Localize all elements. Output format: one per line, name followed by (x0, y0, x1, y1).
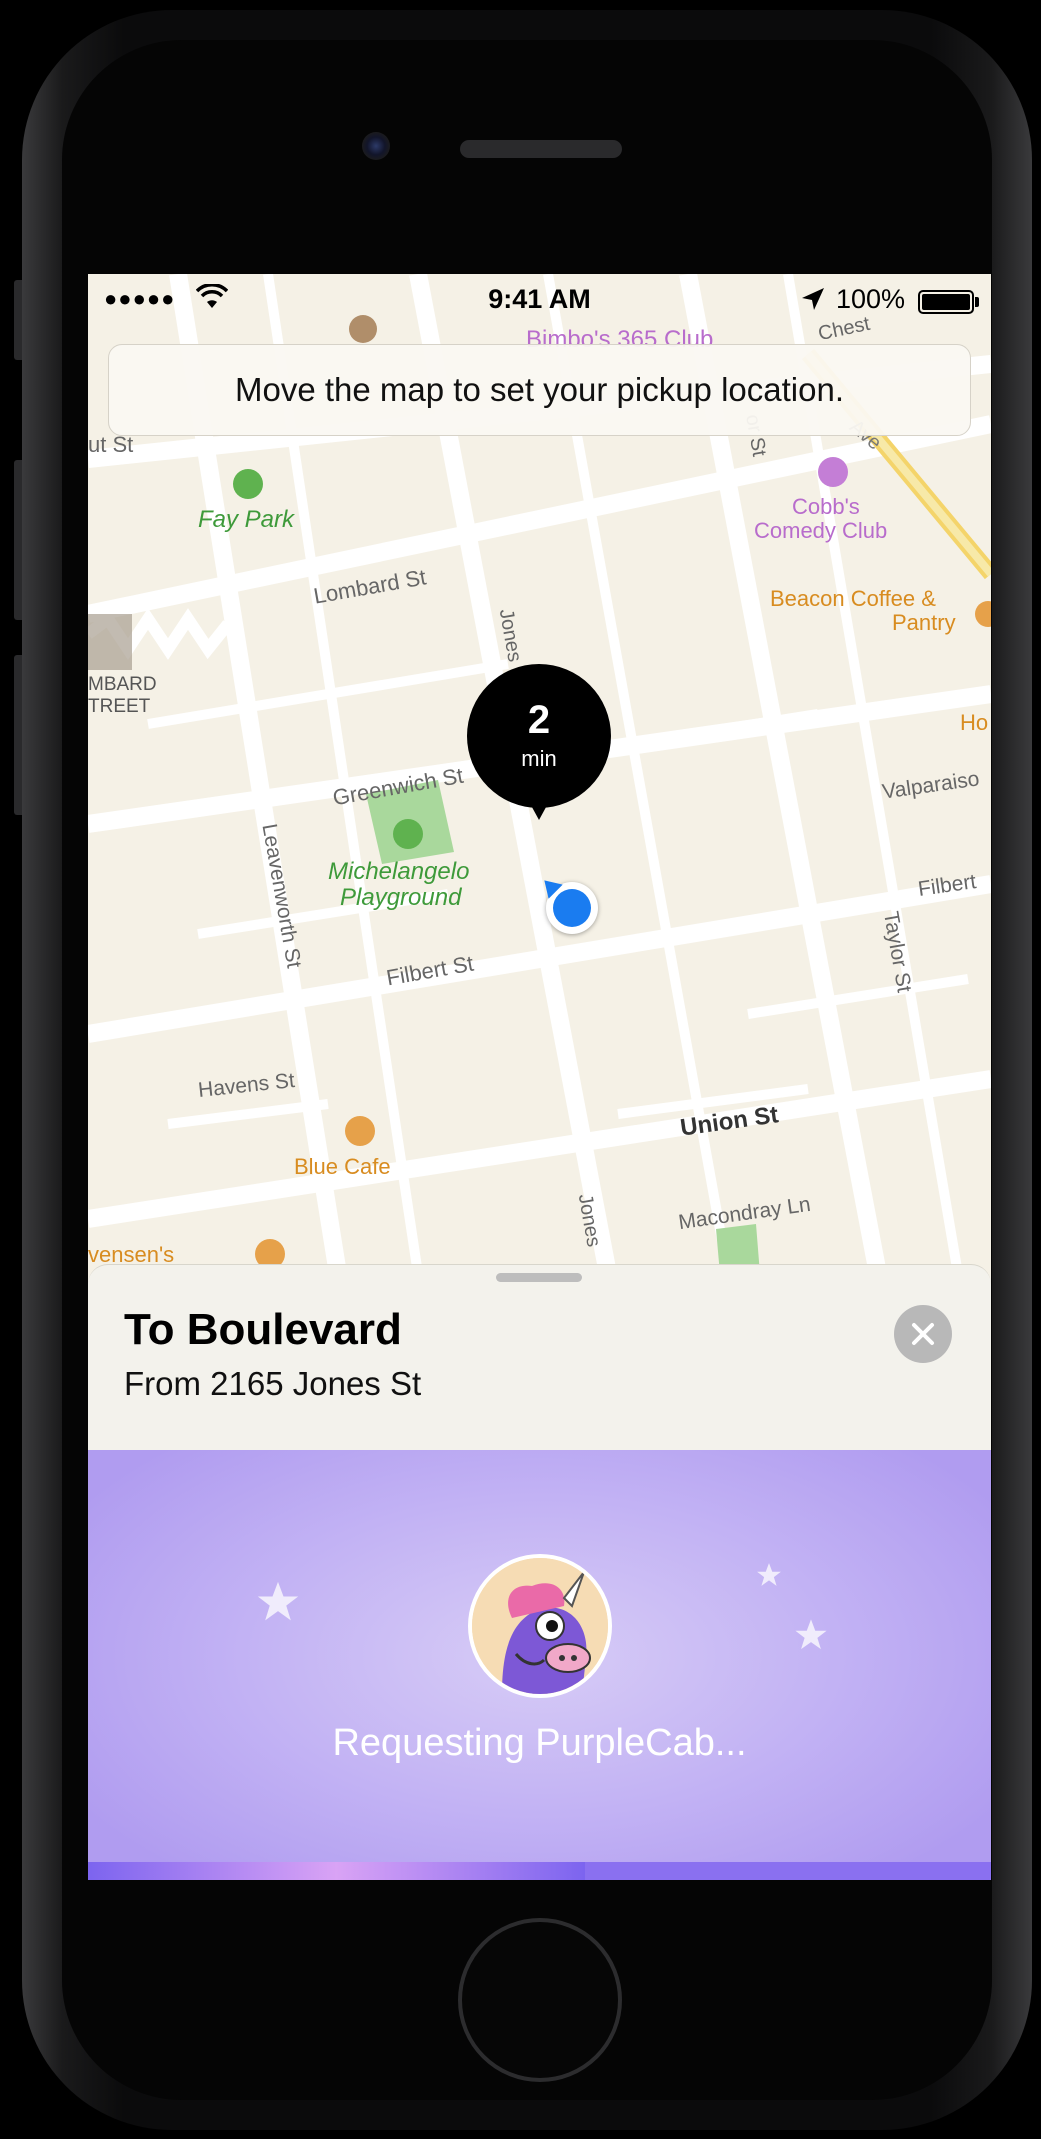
app-screen: Bimbo's 365 Club Chest ut St Fay Park Lo… (88, 274, 991, 1880)
map-label: Blue Cafe (294, 1154, 391, 1179)
map-label: MBARD (88, 674, 157, 695)
phone-device: Bimbo's 365 Club Chest ut St Fay Park Lo… (0, 0, 1041, 2139)
battery-icon (918, 290, 974, 314)
unicorn-avatar (468, 1554, 612, 1698)
request-progress-bar (88, 1862, 991, 1880)
eta-value: 2 (527, 698, 551, 742)
close-icon (912, 1323, 934, 1345)
trip-sheet: To Boulevard From 2165 Jones St Requesti… (88, 1264, 991, 1880)
eta-bubble: 2 min (467, 664, 611, 808)
eta-pin[interactable]: 2 min (467, 664, 611, 824)
unicorn-icon (472, 1558, 608, 1694)
map-label: Cobb's (792, 494, 860, 519)
map-label: Ho (960, 710, 989, 735)
request-status-text: Requesting PurpleCab... (332, 1722, 747, 1764)
pickup-instruction-banner: Move the map to set your pickup location… (108, 344, 971, 436)
eta-pin-tail (527, 798, 551, 820)
map-label: Michelangelo (328, 858, 470, 885)
map-label: Beacon Coffee & (770, 586, 936, 611)
map-label: Playground (340, 884, 462, 911)
battery-tip (975, 297, 979, 307)
request-progress-fill (88, 1862, 585, 1880)
star-icon (257, 1581, 299, 1621)
status-bar: ●●●●● 9:41 AM 100% (88, 274, 991, 326)
request-panel: Requesting PurpleCab... (88, 1450, 991, 1862)
map-label: Comedy Club (754, 518, 888, 543)
location-dot-core (553, 889, 591, 927)
trip-destination-title: To Boulevard (124, 1305, 402, 1354)
star-icon (757, 1563, 781, 1586)
battery-percent: 100% (836, 284, 906, 314)
current-location-dot[interactable] (537, 873, 598, 934)
location-arrow-icon (800, 286, 826, 317)
trip-origin: From 2165 Jones St (124, 1365, 422, 1402)
map-label: Pantry (892, 610, 956, 635)
home-button[interactable] (458, 1918, 622, 2082)
map-label: TREET (88, 696, 151, 717)
eta-unit: min (521, 746, 557, 771)
trip-sheet-header[interactable]: To Boulevard From 2165 Jones St (88, 1264, 991, 1450)
close-button[interactable] (894, 1305, 952, 1363)
star-icon (795, 1619, 827, 1650)
front-camera (362, 132, 390, 160)
sheet-drag-handle[interactable] (496, 1273, 582, 1282)
earpiece-speaker (460, 140, 622, 158)
map-label: Fay Park (198, 506, 295, 533)
